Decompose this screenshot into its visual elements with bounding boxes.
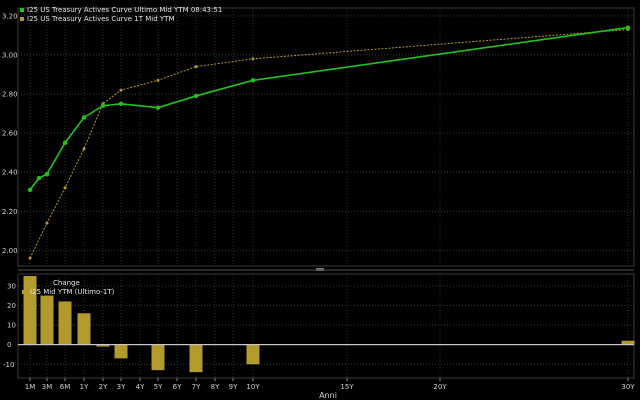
series-point-0-6 <box>118 101 124 106</box>
xtick-label-10Y: 10Y <box>246 383 260 391</box>
series-point-0-3 <box>62 140 68 146</box>
ytick-label: 2.00 <box>2 247 18 255</box>
ytick-label: 2.20 <box>2 208 18 216</box>
xtick-label-6Y: 6Y <box>173 383 182 391</box>
bar-0 <box>23 275 37 345</box>
bar-8 <box>246 344 260 365</box>
top-panel-frame <box>17 7 635 267</box>
legend-swatch-1 <box>20 17 24 21</box>
bottom-legend-title: Change <box>53 279 80 287</box>
xtick-label-4Y: 4Y <box>136 383 145 391</box>
series-point-0-8 <box>193 93 199 99</box>
series-point-0-0 <box>27 187 33 192</box>
series-point-1-1 <box>45 221 49 225</box>
series-point-0-4 <box>81 115 87 120</box>
series-point-1-6 <box>156 78 160 82</box>
series-point-1-5 <box>119 88 123 92</box>
series-line-1 <box>29 29 629 259</box>
series-point-1-2 <box>63 186 67 190</box>
ytick-label-bottom: 0 <box>7 341 11 349</box>
series-point-0-1 <box>36 175 42 181</box>
ytick-label-bottom: -10 <box>3 361 14 369</box>
bar-3 <box>77 313 91 345</box>
series-line-0 <box>29 26 629 191</box>
xtick-label-7Y: 7Y <box>192 383 201 391</box>
series-point-0-9 <box>250 78 256 83</box>
ytick-label-bottom: 30 <box>7 282 16 290</box>
legend-swatch-0 <box>20 8 24 12</box>
series-point-0-2 <box>44 171 50 177</box>
bar-1 <box>40 295 54 345</box>
xtick-label-1M: 1M <box>25 383 36 391</box>
xtick-label-20Y: 20Y <box>433 383 447 391</box>
bar-6 <box>151 344 165 371</box>
xtick-label-30Y: 30Y <box>621 383 635 391</box>
bar-5 <box>114 344 128 359</box>
series-point-1-7 <box>194 65 198 69</box>
series-point-0-10 <box>625 25 631 30</box>
ytick-label: 2.80 <box>2 91 18 99</box>
series-point-0-5 <box>100 103 106 108</box>
xtick-label-1Y: 1Y <box>80 383 89 391</box>
ytick-label-bottom: 10 <box>7 322 16 330</box>
ytick-label-bottom: 20 <box>7 302 16 310</box>
xtick-label-8Y: 8Y <box>211 383 220 391</box>
xtick-label-5Y: 5Y <box>154 383 163 391</box>
legend-label-0: I25 US Treasury Actives Curve Ultimo Mid… <box>27 6 222 14</box>
xtick-label-3Y: 3Y <box>117 383 126 391</box>
series-point-0-7 <box>155 105 161 110</box>
series-point-1-3 <box>82 147 86 151</box>
xtick-label-15Y: 15Y <box>340 383 354 391</box>
panel-splitter-handle <box>316 268 324 271</box>
xtick-label-9Y: 9Y <box>229 383 238 391</box>
series-point-1-8 <box>251 57 255 61</box>
series-point-1-0 <box>28 256 32 260</box>
bar-9 <box>621 340 635 345</box>
ytick-label: 3.00 <box>2 51 18 59</box>
ytick-label: 2.60 <box>2 130 18 138</box>
xtick-label-2Y: 2Y <box>99 383 108 391</box>
yield-curve-chart: 3.20 3.00 2.80 2.60 2.40 2.20 2.00 30 20 10 0 -10 I2… <box>2 6 635 400</box>
bar-2 <box>58 301 72 345</box>
xtick-label-3M: 3M <box>42 383 53 391</box>
ytick-label: 2.40 <box>2 169 18 177</box>
ytick-label: 3.20 <box>2 12 18 20</box>
xtick-label-6M: 6M <box>60 383 71 391</box>
bottom-legend-label: I25 Mid YTM (Ultimo-1T) <box>30 288 115 296</box>
chart-container: 3.20 3.00 2.80 2.60 2.40 2.20 2.00 30 20 10 0 -10 I2… <box>0 0 640 400</box>
x-axis-title: Anni <box>319 391 337 400</box>
bar-7 <box>189 344 203 373</box>
bottom-legend-swatch <box>22 290 26 294</box>
legend-label-1: I25 US Treasury Actives Curve 1T Mid YTM <box>27 15 175 23</box>
